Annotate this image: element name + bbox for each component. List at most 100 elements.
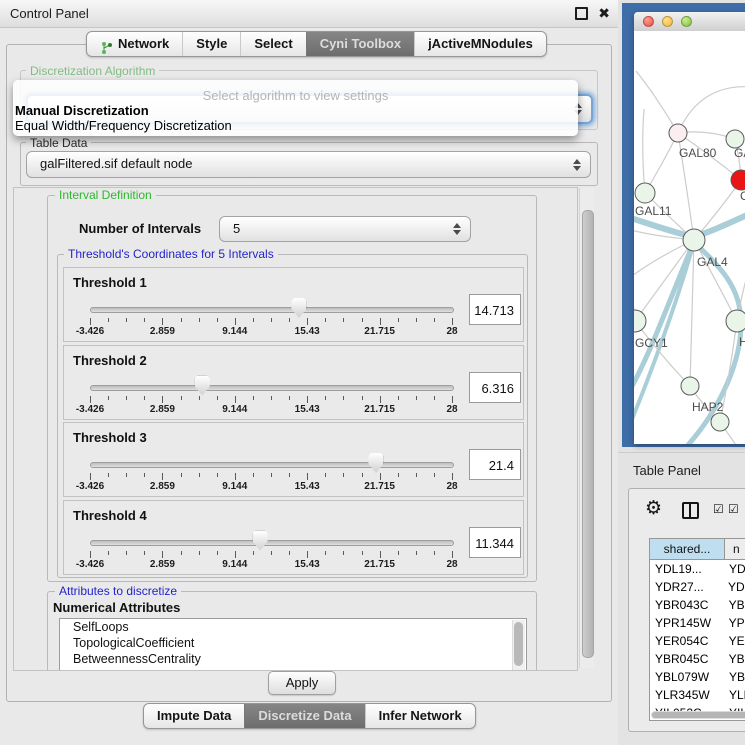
column-checkbox-icon[interactable]: ☑	[728, 502, 739, 516]
table-row[interactable]: YDL19... YDL1	[650, 560, 745, 578]
settings-scroll-viewport: Interval Definition Number of Intervals …	[13, 187, 578, 671]
table-data-combobox[interactable]: galFiltered.sif default node	[26, 151, 591, 178]
scrollbar-thumb[interactable]	[514, 622, 523, 666]
threshold-value-field[interactable]: 14.713	[469, 294, 521, 325]
cell-shared-name[interactable]: YPR145W	[650, 614, 724, 632]
split-columns-icon[interactable]	[682, 502, 699, 519]
dropdown-prompt-item[interactable]: Select algorithm to view settings	[13, 88, 578, 103]
cell-shared-name[interactable]: YER054C	[650, 632, 724, 650]
cell-name[interactable]: YBL0	[724, 668, 745, 686]
node-label: GCY1	[635, 336, 668, 350]
axis-tick-label: 9.144	[222, 481, 247, 492]
table-data-group-label: Table Data	[26, 136, 91, 150]
slider-rail[interactable]	[90, 540, 454, 546]
column-header-name[interactable]: n	[725, 539, 745, 559]
cell-shared-name[interactable]: YLR345W	[650, 686, 724, 704]
table-row[interactable]: YBL079W YBL0	[650, 668, 745, 686]
attribute-list-item[interactable]: SelfLoops	[60, 619, 526, 635]
slider-rail[interactable]	[90, 385, 454, 391]
axis-tick-label: -3.426	[76, 404, 104, 415]
slider-rail[interactable]	[90, 462, 454, 468]
tab-style[interactable]: Style	[182, 32, 240, 56]
cell-shared-name[interactable]: YBR045C	[650, 650, 724, 668]
threshold-label: Threshold 4	[73, 508, 147, 523]
network-node-h[interactable]	[726, 310, 745, 332]
window-close-icon[interactable]	[643, 16, 654, 27]
cyni-mode-tab-bar: Impute DataDiscretize DataInfer Network	[143, 703, 476, 729]
attribute-list-item[interactable]: BetweennessCentrality	[60, 651, 526, 667]
table-row[interactable]: YPR145W YPR1	[650, 614, 745, 632]
float-window-icon[interactable]	[575, 7, 588, 20]
network-node-hap2[interactable]	[681, 377, 699, 395]
threshold-value-field[interactable]: 6.316	[469, 372, 521, 403]
tab-impute-data[interactable]: Impute Data	[144, 704, 244, 728]
slider-rail[interactable]	[90, 307, 454, 313]
threshold-value-field[interactable]: 11.344	[469, 527, 521, 558]
network-canvas[interactable]: GAL80GAL11GAL4GCY1HHAP2GAC	[634, 31, 745, 444]
scrollbar-thumb[interactable]	[652, 712, 745, 718]
table-row[interactable]: YBR043C YBR0	[650, 596, 745, 614]
network-node-gal80[interactable]	[669, 124, 687, 142]
number-of-intervals-value: 5	[233, 217, 240, 241]
cell-name[interactable]: YBR0	[724, 650, 745, 668]
scrollbar-thumb[interactable]	[582, 210, 594, 658]
table-row[interactable]: YDR27... YDR2	[650, 578, 745, 596]
cell-name[interactable]: YBR0	[724, 596, 745, 614]
node-attribute-table[interactable]: shared... n YDL19... YDL1 YDR27... YDR2 …	[649, 538, 745, 721]
column-header-shared-name[interactable]: shared...	[650, 539, 725, 559]
tab-discretize-data[interactable]: Discretize Data	[244, 704, 364, 728]
network-node-gal11[interactable]	[635, 183, 655, 203]
cell-name[interactable]: YLR3	[724, 686, 745, 704]
numerical-attributes-list[interactable]: SelfLoopsTopologicalCoefficientBetweenne…	[59, 618, 527, 671]
number-of-intervals-spinner[interactable]: 5	[219, 216, 471, 242]
cell-name[interactable]: YDL1	[724, 560, 745, 578]
table-row[interactable]: YER054C YER0	[650, 632, 745, 650]
cell-shared-name[interactable]: YDL19...	[650, 560, 724, 578]
slider-handle[interactable]	[368, 453, 383, 473]
network-node-gal4[interactable]	[683, 229, 705, 251]
tab-select[interactable]: Select	[240, 32, 305, 56]
attribute-list-item[interactable]: TopologicalCoefficient	[60, 635, 526, 651]
window-minimize-icon[interactable]	[662, 16, 673, 27]
close-panel-icon[interactable]: ✖	[598, 0, 610, 27]
tab-infer-network[interactable]: Infer Network	[365, 704, 475, 728]
combo-arrows-icon	[573, 159, 581, 171]
node-label: GAL80	[679, 146, 717, 160]
slider-ticks	[90, 473, 452, 481]
dropdown-option-manual[interactable]: Manual Discretization	[15, 103, 149, 118]
threshold-label: Threshold 2	[73, 353, 147, 368]
axis-tick-label: 2.859	[150, 404, 175, 415]
node-label: GAL4	[697, 255, 728, 269]
cell-name[interactable]: YPR1	[724, 614, 745, 632]
apply-button[interactable]: Apply	[268, 671, 336, 695]
settings-gear-icon[interactable]: ⚙	[645, 497, 662, 520]
threshold-value-field[interactable]: 21.4	[469, 449, 521, 480]
threshold-panel: Threshold 2 -3.4262.8599.14415.4321.7152…	[63, 345, 524, 420]
cell-shared-name[interactable]: YDR27...	[650, 578, 723, 596]
control-panel: Control Panel ✖ NetworkStyleSelectCyni T…	[0, 0, 619, 745]
cell-shared-name[interactable]: YBL079W	[650, 668, 724, 686]
cell-shared-name[interactable]: YBR043C	[650, 596, 724, 614]
table-panel-container: ⚙ ☑ ☑ shared... n YDL19... YDL1 YDR27...…	[628, 488, 745, 732]
window-zoom-icon[interactable]	[681, 16, 692, 27]
axis-tick-label: 15.43	[295, 326, 320, 337]
slider-handle[interactable]	[195, 376, 210, 396]
network-window-titlebar[interactable]	[634, 12, 745, 32]
column-checkbox-icon[interactable]: ☑	[713, 502, 724, 516]
table-row[interactable]: YLR345W YLR3	[650, 686, 745, 704]
table-horizontal-scrollbar[interactable]	[651, 711, 745, 719]
cell-name[interactable]: YER0	[724, 632, 745, 650]
network-node-gcy1[interactable]	[634, 310, 646, 332]
table-row[interactable]: YBR045C YBR0	[650, 650, 745, 668]
tab-jactivemnodules[interactable]: jActiveMNodules	[414, 32, 546, 56]
tab-cyni-toolbox[interactable]: Cyni Toolbox	[306, 32, 414, 56]
tab-network[interactable]: Network	[87, 32, 182, 56]
slider-handle[interactable]	[253, 531, 268, 551]
axis-tick-label: 15.43	[295, 559, 320, 570]
attributes-list-scrollbar[interactable]	[512, 620, 525, 671]
settings-vertical-scrollbar[interactable]	[579, 188, 594, 668]
cell-name[interactable]: YDR2	[723, 578, 745, 596]
network-node[interactable]	[711, 413, 729, 431]
slider-handle[interactable]	[291, 298, 306, 318]
dropdown-option-equal-width[interactable]: Equal Width/Frequency Discretization	[15, 118, 232, 133]
